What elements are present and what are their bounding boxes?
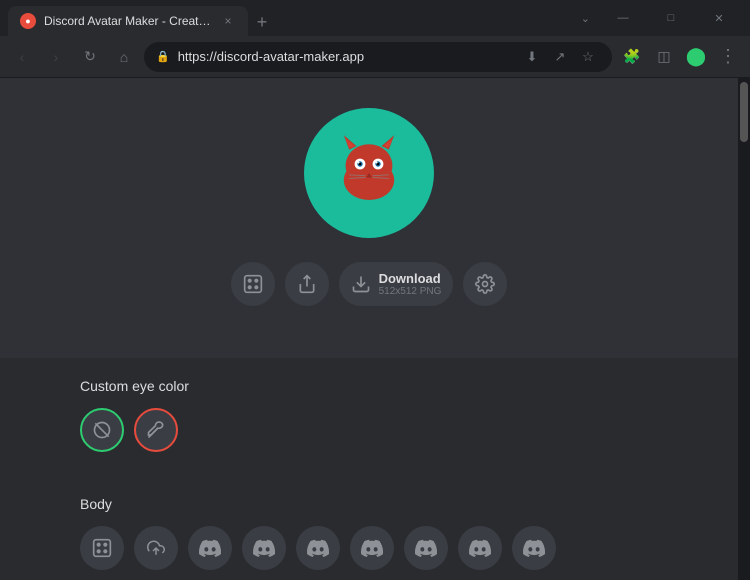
download-label: Download	[379, 271, 442, 286]
body-section: Body	[0, 496, 738, 580]
body-section-title: Body	[80, 496, 658, 512]
body-upload[interactable]	[134, 526, 178, 570]
custom-eye-color-title: Custom eye color	[80, 378, 658, 394]
back-button[interactable]: ‹	[8, 43, 36, 71]
scrollbar-track[interactable]	[738, 78, 750, 580]
share-button[interactable]	[285, 262, 329, 306]
tab-bar: ● Discord Avatar Maker - Create yo × +	[8, 0, 577, 36]
body-option-7[interactable]	[512, 526, 556, 570]
url-actions: ⬇ ↗ ☆	[520, 45, 600, 69]
share-page-icon[interactable]: ↗	[548, 45, 572, 69]
body-option-1[interactable]	[188, 526, 232, 570]
download-icon	[351, 274, 371, 294]
url-bar[interactable]: 🔒 https://discord-avatar-maker.app ⬇ ↗ ☆	[144, 42, 612, 72]
new-tab-button[interactable]: +	[248, 8, 276, 36]
action-buttons: Download 512x512 PNG	[231, 262, 508, 306]
scrollbar-thumb[interactable]	[740, 82, 748, 142]
restore-down-icon: ⌄	[581, 12, 590, 25]
body-randomize[interactable]	[80, 526, 124, 570]
tab-close-button[interactable]: ×	[220, 13, 236, 29]
minimize-button[interactable]: —	[600, 2, 646, 34]
bookmark-icon[interactable]: ☆	[576, 45, 600, 69]
chrome-menu-button[interactable]: ⋮	[714, 43, 742, 71]
body-option-3[interactable]	[296, 526, 340, 570]
eyedropper-option[interactable]	[134, 408, 178, 452]
avatar-section: Download 512x512 PNG	[0, 78, 738, 358]
download-button[interactable]: Download 512x512 PNG	[339, 262, 454, 306]
profile-button[interactable]: ⬤	[682, 43, 710, 71]
browser-frame: ● Discord Avatar Maker - Create yo × + ⌄…	[0, 0, 750, 580]
active-tab[interactable]: ● Discord Avatar Maker - Create yo ×	[8, 6, 248, 36]
content-wrapper: Download 512x512 PNG Custom eye c	[0, 78, 750, 580]
page-content: Download 512x512 PNG Custom eye c	[0, 78, 738, 580]
sidebar-button[interactable]: ◫	[650, 43, 678, 71]
tab-favicon: ●	[20, 13, 36, 29]
body-option-2[interactable]	[242, 526, 286, 570]
maximize-button[interactable]: □	[648, 2, 694, 34]
url-text: https://discord-avatar-maker.app	[178, 49, 512, 64]
settings-button[interactable]	[463, 262, 507, 306]
home-button[interactable]: ⌂	[110, 43, 138, 71]
body-option-4[interactable]	[350, 526, 394, 570]
download-page-icon[interactable]: ⬇	[520, 45, 544, 69]
window-controls: ⌄ — □ ✕	[581, 2, 742, 34]
no-color-option[interactable]	[80, 408, 124, 452]
body-option-6[interactable]	[458, 526, 502, 570]
download-sub: 512x512 PNG	[379, 286, 442, 297]
extensions-button[interactable]: 🧩	[618, 43, 646, 71]
reload-button[interactable]: ↻	[76, 43, 104, 71]
body-option-5[interactable]	[404, 526, 448, 570]
toolbar-right: 🧩 ◫ ⬤ ⋮	[618, 43, 742, 71]
avatar-preview	[304, 108, 434, 238]
tab-title: Discord Avatar Maker - Create yo	[44, 14, 212, 28]
randomize-button[interactable]	[231, 262, 275, 306]
close-button[interactable]: ✕	[696, 2, 742, 34]
body-options	[80, 526, 658, 570]
download-text: Download 512x512 PNG	[379, 271, 442, 297]
forward-button[interactable]: ›	[42, 43, 70, 71]
color-options	[80, 408, 658, 452]
title-bar: ● Discord Avatar Maker - Create yo × + ⌄…	[0, 0, 750, 36]
lock-icon: 🔒	[156, 50, 170, 63]
custom-eye-color-section: Custom eye color	[0, 358, 738, 496]
address-bar: ‹ › ↻ ⌂ 🔒 https://discord-avatar-maker.a…	[0, 36, 750, 78]
cat-avatar-svg	[324, 128, 414, 218]
